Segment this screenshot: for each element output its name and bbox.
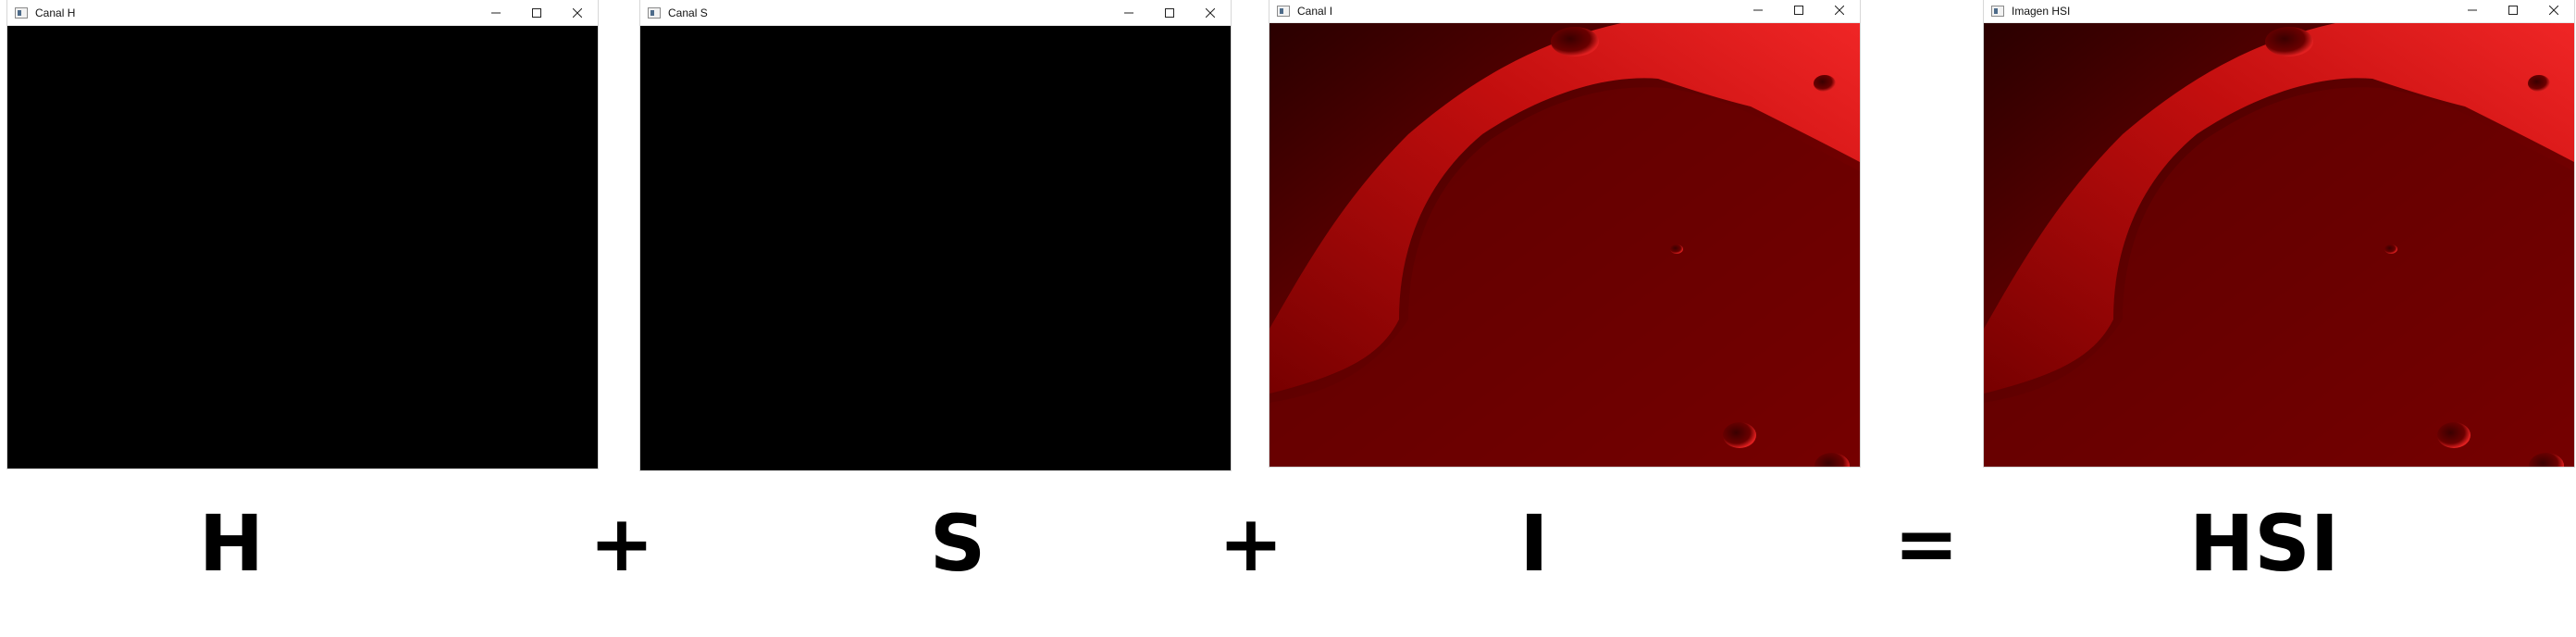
- formula-hsi: HSI: [2188, 498, 2340, 589]
- window-title: Imagen HSI: [2012, 5, 2071, 18]
- close-icon[interactable]: [1190, 0, 1231, 26]
- image-canvas-hsi: [1984, 23, 2574, 467]
- close-icon[interactable]: [1819, 0, 1860, 21]
- image-canvas-i: [1269, 23, 1860, 467]
- window-title: Canal S: [668, 6, 708, 19]
- maximize-icon[interactable]: [1149, 0, 1190, 26]
- window-canal-h: Canal H: [7, 0, 598, 468]
- app-icon: [648, 6, 661, 19]
- app-icon: [15, 6, 28, 19]
- moon-image: [1269, 23, 1860, 467]
- formula-s: S: [929, 498, 986, 589]
- formula-i: I: [1519, 498, 1549, 589]
- window-controls: [1738, 0, 1860, 24]
- formula-plus-2: +: [1218, 498, 1284, 589]
- image-canvas-h: [7, 26, 598, 468]
- window-titlebar[interactable]: Imagen HSI: [1984, 0, 2574, 23]
- formula-plus-1: +: [588, 498, 655, 589]
- moon-image: [1984, 23, 2574, 467]
- app-icon: [1991, 6, 2004, 17]
- maximize-icon[interactable]: [516, 0, 557, 26]
- close-icon[interactable]: [557, 0, 598, 26]
- window-title: Canal H: [35, 6, 76, 19]
- window-controls: [476, 0, 598, 26]
- formula-h: H: [198, 498, 265, 589]
- minimize-icon[interactable]: [1738, 0, 1778, 21]
- maximize-icon[interactable]: [2493, 0, 2533, 21]
- formula-equals: =: [1893, 498, 1960, 589]
- image-canvas-s: [640, 26, 1231, 470]
- window-titlebar[interactable]: Canal S: [640, 0, 1231, 26]
- window-titlebar[interactable]: Canal H: [7, 0, 598, 26]
- window-imagen-hsi: Imagen HSI: [1984, 0, 2574, 467]
- minimize-icon[interactable]: [1108, 0, 1149, 26]
- app-icon: [1277, 6, 1290, 17]
- minimize-icon[interactable]: [476, 0, 516, 26]
- close-icon[interactable]: [2533, 0, 2574, 21]
- window-canal-i: Canal I: [1269, 0, 1860, 467]
- window-title: Canal I: [1297, 5, 1333, 18]
- window-controls: [2452, 0, 2574, 24]
- window-canal-s: Canal S: [640, 0, 1231, 470]
- window-titlebar[interactable]: Canal I: [1269, 0, 1860, 23]
- minimize-icon[interactable]: [2452, 0, 2493, 21]
- window-controls: [1108, 0, 1231, 26]
- maximize-icon[interactable]: [1778, 0, 1819, 21]
